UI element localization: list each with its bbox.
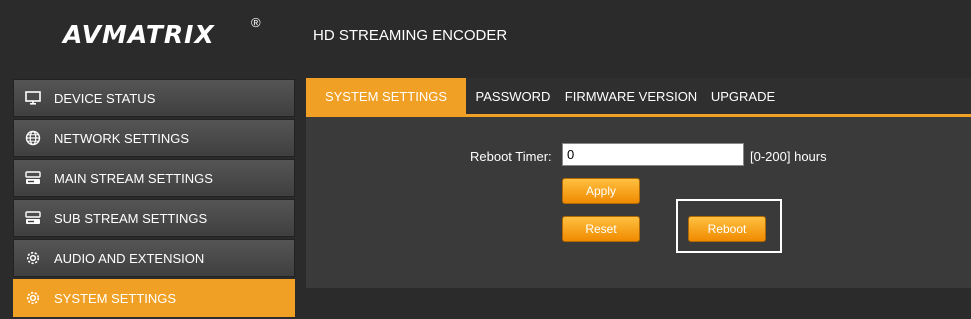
sidebar-item-label: NETWORK SETTINGS	[54, 130, 190, 146]
sidebar-item-label: SYSTEM SETTINGS	[54, 290, 177, 306]
globe-icon	[24, 129, 42, 147]
reboot-timer-hint: [0-200] hours	[750, 149, 827, 164]
avmatrix-logo: AVMATRIX	[63, 20, 215, 49]
reboot-timer-label: Reboot Timer:	[470, 149, 552, 164]
app-title: HD STREAMING ENCODER	[313, 27, 508, 44]
sidebar-item-label: SUB STREAM SETTINGS	[54, 210, 208, 226]
sidebar-item-system-settings[interactable]: SYSTEM SETTINGS	[13, 279, 295, 317]
main-panel: SYSTEM SETTINGS PASSWORD FIRMWARE VERSIO…	[306, 78, 971, 288]
monitor-icon	[24, 89, 42, 107]
hard-drive-icon	[24, 209, 42, 227]
registered-mark: ®	[251, 15, 261, 30]
tab-bar: SYSTEM SETTINGS PASSWORD FIRMWARE VERSIO…	[306, 78, 971, 114]
sidebar-item-main-stream-settings[interactable]: MAIN STREAM SETTINGS	[13, 159, 295, 197]
sidebar-item-network-settings[interactable]: NETWORK SETTINGS	[13, 119, 295, 157]
tab-upgrade[interactable]: UPGRADE	[702, 78, 784, 114]
tab-system-settings[interactable]: SYSTEM SETTINGS	[306, 78, 466, 114]
reboot-timer-input[interactable]	[562, 143, 744, 166]
sidebar-item-device-status[interactable]: DEVICE STATUS	[13, 79, 295, 117]
reboot-highlight-box	[676, 199, 782, 253]
sidebar-item-label: MAIN STREAM SETTINGS	[54, 170, 213, 186]
reset-button[interactable]: Reset	[562, 216, 640, 242]
sidebar: DEVICE STATUS NETWORK SETTINGS MAIN STRE…	[13, 79, 295, 319]
tab-firmware-version[interactable]: FIRMWARE VERSION	[560, 78, 702, 114]
app-header: AVMATRIX ® HD STREAMING ENCODER	[0, 0, 971, 72]
sidebar-item-label: AUDIO AND EXTENSION	[54, 250, 205, 266]
sidebar-item-sub-stream-settings[interactable]: SUB STREAM SETTINGS	[13, 199, 295, 237]
tab-underline	[306, 114, 971, 117]
hard-drive-icon	[24, 169, 42, 187]
apply-button[interactable]: Apply	[562, 178, 640, 204]
sidebar-item-audio-and-extension[interactable]: AUDIO AND EXTENSION	[13, 239, 295, 277]
gear-icon	[24, 289, 42, 307]
gear-icon	[24, 249, 42, 267]
tab-password[interactable]: PASSWORD	[466, 78, 560, 114]
sidebar-item-label: DEVICE STATUS	[54, 90, 156, 106]
